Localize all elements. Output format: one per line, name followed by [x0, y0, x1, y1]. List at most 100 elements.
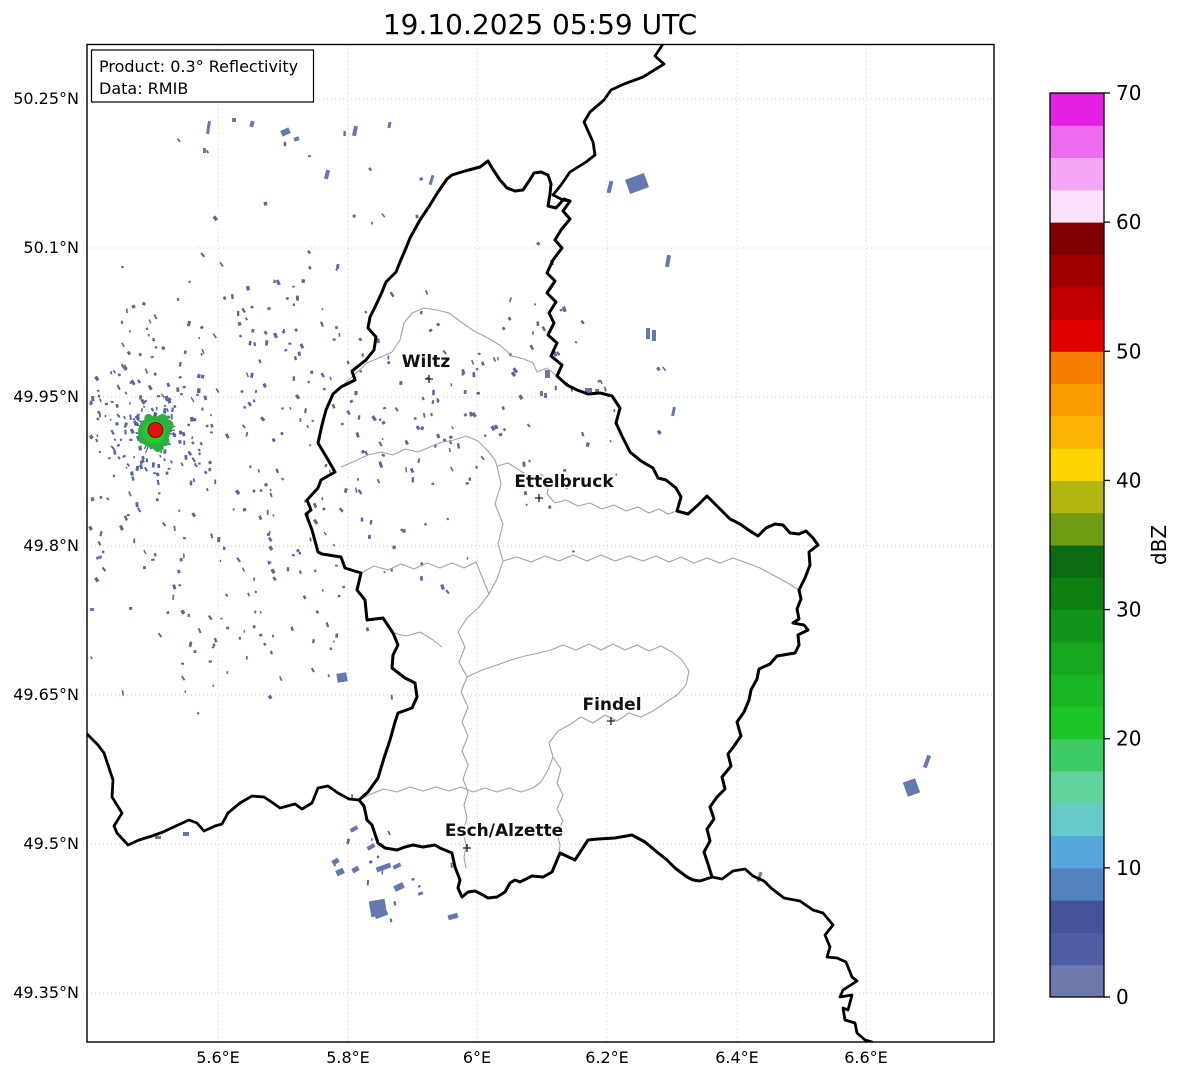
- city-label: Wiltz: [402, 352, 451, 372]
- radar-echo-speckle: [431, 483, 434, 485]
- radar-echo-speckle: [476, 466, 478, 469]
- radar-echo-speckle: [323, 388, 326, 391]
- y-tick-label: 49.65°N: [13, 685, 79, 704]
- radar-echo-speckle: [124, 430, 127, 435]
- radar-echo-speckle: [382, 870, 384, 874]
- radar-echo-speckle: [177, 298, 180, 301]
- radar-echo-speckle: [468, 478, 471, 481]
- colorbar-tick-label: 60: [1116, 210, 1141, 234]
- colorbar-segment: [1050, 836, 1104, 869]
- radar-echo-speckle: [157, 395, 161, 397]
- x-tick-label: 5.6°E: [196, 1048, 240, 1067]
- radar-echo-cell: [336, 672, 347, 683]
- colorbar-segment: [1050, 706, 1104, 739]
- radar-echo-speckle: [402, 529, 406, 533]
- radar-echo-speckle: [243, 406, 246, 409]
- radar-echo-speckle: [253, 489, 256, 492]
- radar-echo-cell: [540, 391, 543, 396]
- radar-echo-speckle: [310, 371, 313, 374]
- city-marker-dot: [538, 497, 540, 499]
- colorbar-segment: [1050, 93, 1104, 126]
- colorbar-tick-label: 70: [1116, 81, 1141, 105]
- colorbar-tick-label: 20: [1116, 727, 1141, 751]
- radar-echo-speckle: [465, 482, 468, 485]
- radar-echo-speckle: [264, 202, 268, 206]
- product-info-box: Product: 0.3° Reflectivity Data: RMIB: [92, 50, 314, 102]
- radar-echo-speckle: [152, 462, 155, 467]
- radar-echo-speckle: [121, 266, 124, 268]
- radar-echo-speckle: [293, 376, 295, 381]
- x-tick-label: 5.8°E: [326, 1048, 370, 1067]
- radar-echo-speckle: [190, 481, 193, 486]
- radar-echo-speckle: [281, 432, 284, 435]
- radar-echo-speckle: [115, 422, 118, 425]
- data-source-line: Data: RMIB: [99, 79, 188, 98]
- radar-echo-speckle: [371, 838, 373, 841]
- radar-echo-speckle: [187, 614, 190, 617]
- radar-echo-speckle: [293, 303, 296, 306]
- radar-echo-speckle: [391, 695, 393, 700]
- colorbar-segment: [1050, 739, 1104, 772]
- colorbar-segment: [1050, 965, 1104, 998]
- radar-echo-speckle: [179, 558, 182, 562]
- radar-echo-speckle: [534, 303, 536, 305]
- colorbar-segment: [1050, 545, 1104, 578]
- colorbar-segment: [1050, 803, 1104, 836]
- radar-echo-speckle: [246, 286, 250, 291]
- radar-echo-speckle: [555, 386, 557, 391]
- radar-echo-cell: [203, 148, 206, 153]
- city-marker-dot: [466, 847, 468, 849]
- radar-echo-speckle: [343, 131, 345, 136]
- radar-echo-speckle: [129, 439, 132, 441]
- radar-echo-cell: [545, 370, 550, 378]
- radar-echo-speckle: [249, 465, 251, 468]
- radar-echo-speckle: [287, 567, 290, 571]
- colorbar-tick-label: 30: [1116, 598, 1141, 622]
- radar-echo-speckle: [187, 424, 190, 426]
- radar-echo-cell: [646, 328, 650, 339]
- radar-echo-speckle: [253, 625, 256, 628]
- colorbar-segment: [1050, 125, 1104, 158]
- radar-echo-speckle: [152, 338, 155, 341]
- radar-echo-speckle: [120, 438, 122, 441]
- radar-echo-speckle: [214, 479, 216, 484]
- radar-echo-speckle: [430, 413, 432, 416]
- x-axis-labels: 5.6°E5.8°E6°E6.2°E6.4°E6.6°E: [196, 1048, 888, 1067]
- radar-echo-speckle: [156, 407, 158, 411]
- colorbar-segment: [1050, 480, 1104, 513]
- radar-echo-speckle: [133, 456, 135, 458]
- radar-echo-speckle: [354, 391, 357, 395]
- radar-echo-speckle: [143, 566, 146, 569]
- radar-echo-speckle: [281, 407, 284, 409]
- radar-echo-speckle: [273, 280, 275, 283]
- radar-echo-cell: [90, 608, 94, 611]
- radar-echo-speckle: [129, 402, 130, 404]
- radar-echo-speckle: [387, 356, 389, 360]
- x-tick-label: 6°E: [463, 1048, 491, 1067]
- radar-echo-speckle: [184, 350, 187, 354]
- radar-echo-speckle: [133, 539, 135, 544]
- radar-echo-speckle: [208, 468, 211, 472]
- y-tick-label: 49.8°N: [23, 536, 79, 555]
- radar-echo-cell: [585, 388, 592, 392]
- radar-echo-speckle: [183, 553, 185, 558]
- colorbar-tick-label: 10: [1116, 856, 1141, 880]
- colorbar: 010203040506070dBZ: [1050, 81, 1171, 1009]
- radar-echo-speckle: [194, 650, 197, 653]
- radar-echo-speckle: [361, 518, 364, 522]
- radar-echo-speckle: [251, 329, 254, 333]
- radar-echo-speckle: [298, 351, 301, 356]
- y-axis-labels: 50.25°N50.1°N49.95°N49.8°N49.65°N49.5°N4…: [13, 89, 79, 1002]
- radar-echo-speckle: [130, 471, 134, 476]
- radar-echo-cell: [183, 832, 189, 836]
- radar-echo-speckle: [155, 346, 157, 348]
- radar-echo-speckle: [139, 395, 142, 400]
- radar-echo-speckle: [154, 373, 157, 376]
- colorbar-segment: [1050, 674, 1104, 707]
- radar-echo-speckle: [99, 414, 101, 418]
- colorbar-unit-label: dBZ: [1147, 525, 1171, 565]
- radar-echo-speckle: [97, 434, 99, 437]
- radar-echo-speckle: [183, 386, 186, 389]
- radar-echo-speckle: [462, 372, 464, 375]
- radar-echo-speckle: [237, 311, 239, 316]
